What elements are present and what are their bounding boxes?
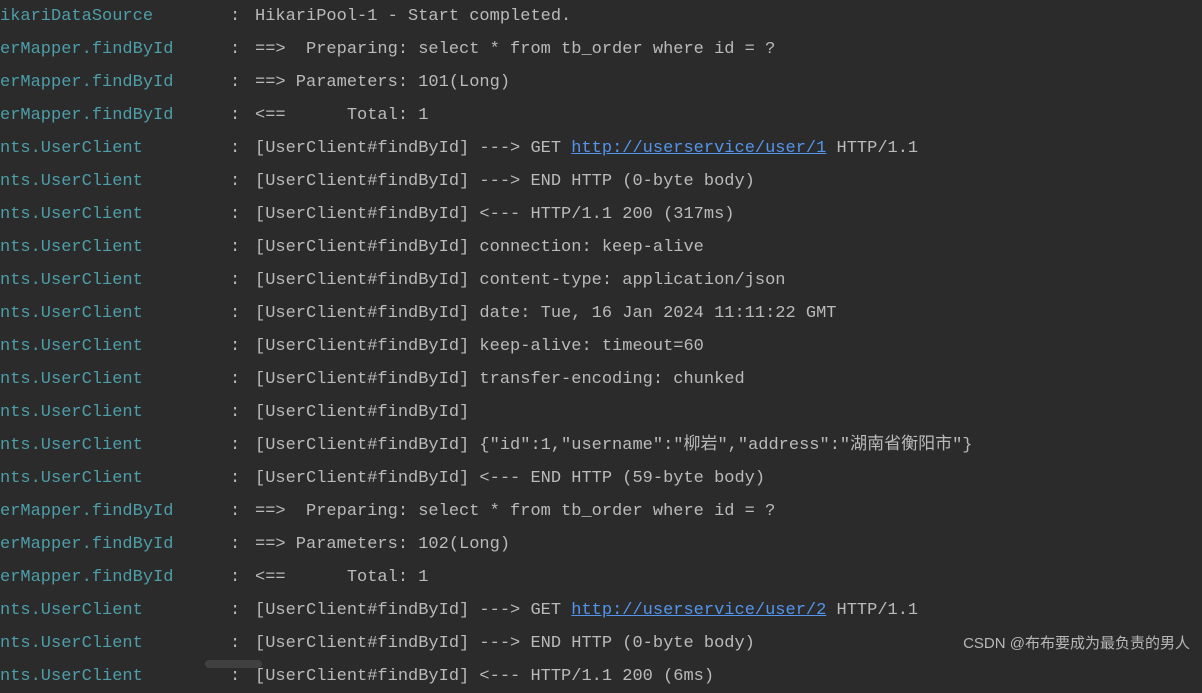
log-line: nts.UserClient: [UserClient#findById] {"… bbox=[0, 429, 1202, 462]
watermark-text: CSDN @布布要成为最负责的男人 bbox=[963, 627, 1190, 660]
log-line: nts.UserClient: [UserClient#findById] --… bbox=[0, 165, 1202, 198]
log-message: [UserClient#findById] bbox=[255, 396, 479, 429]
log-line: nts.UserClient: [UserClient#findById] co… bbox=[0, 264, 1202, 297]
log-message: [UserClient#findById] ---> GET http://us… bbox=[255, 594, 918, 627]
log-line: ikariDataSource: HikariPool-1 - Start co… bbox=[0, 0, 1202, 33]
logger-name: nts.UserClient bbox=[0, 429, 180, 462]
logger-name: erMapper.findById bbox=[0, 495, 180, 528]
separator: : bbox=[180, 561, 255, 594]
log-message: <== Total: 1 bbox=[255, 99, 428, 132]
log-line: erMapper.findById: ==> Preparing: select… bbox=[0, 33, 1202, 66]
logger-name: nts.UserClient bbox=[0, 198, 180, 231]
separator: : bbox=[180, 396, 255, 429]
separator: : bbox=[180, 165, 255, 198]
separator: : bbox=[180, 594, 255, 627]
separator: : bbox=[180, 627, 255, 660]
log-message: [UserClient#findById] <--- HTTP/1.1 200 … bbox=[255, 198, 734, 231]
log-message: [UserClient#findById] {"id":1,"username"… bbox=[255, 429, 973, 462]
log-line: nts.UserClient: [UserClient#findById] --… bbox=[0, 132, 1202, 165]
log-message: HikariPool-1 - Start completed. bbox=[255, 0, 571, 33]
log-output: ikariDataSource: HikariPool-1 - Start co… bbox=[0, 0, 1202, 693]
separator: : bbox=[180, 0, 255, 33]
separator: : bbox=[180, 66, 255, 99]
horizontal-scrollbar[interactable] bbox=[205, 660, 262, 668]
logger-name: nts.UserClient bbox=[0, 297, 180, 330]
logger-name: nts.UserClient bbox=[0, 165, 180, 198]
separator: : bbox=[180, 198, 255, 231]
separator: : bbox=[180, 462, 255, 495]
logger-name: erMapper.findById bbox=[0, 66, 180, 99]
separator: : bbox=[180, 33, 255, 66]
separator: : bbox=[180, 99, 255, 132]
log-message: [UserClient#findById] <--- HTTP/1.1 200 … bbox=[255, 660, 714, 693]
log-line: erMapper.findById: <== Total: 1 bbox=[0, 561, 1202, 594]
logger-name: nts.UserClient bbox=[0, 594, 180, 627]
log-line: nts.UserClient: [UserClient#findById] <-… bbox=[0, 660, 1202, 693]
logger-name: nts.UserClient bbox=[0, 462, 180, 495]
url-link[interactable]: http://userservice/user/2 bbox=[571, 601, 826, 620]
log-line: erMapper.findById: ==> Parameters: 101(L… bbox=[0, 66, 1202, 99]
log-line: nts.UserClient: [UserClient#findById] co… bbox=[0, 231, 1202, 264]
separator: : bbox=[180, 297, 255, 330]
log-message: <== Total: 1 bbox=[255, 561, 428, 594]
log-line: nts.UserClient: [UserClient#findById] --… bbox=[0, 594, 1202, 627]
log-message: [UserClient#findById] transfer-encoding:… bbox=[255, 363, 745, 396]
log-message: ==> Preparing: select * from tb_order wh… bbox=[255, 495, 775, 528]
separator: : bbox=[180, 429, 255, 462]
logger-name: erMapper.findById bbox=[0, 99, 180, 132]
logger-name: nts.UserClient bbox=[0, 627, 180, 660]
log-line: nts.UserClient: [UserClient#findById] <-… bbox=[0, 462, 1202, 495]
logger-name: nts.UserClient bbox=[0, 330, 180, 363]
separator: : bbox=[180, 264, 255, 297]
log-message: [UserClient#findById] date: Tue, 16 Jan … bbox=[255, 297, 837, 330]
log-line: nts.UserClient: [UserClient#findById] <-… bbox=[0, 198, 1202, 231]
log-line: nts.UserClient: [UserClient#findById] ke… bbox=[0, 330, 1202, 363]
separator: : bbox=[180, 363, 255, 396]
url-link[interactable]: http://userservice/user/1 bbox=[571, 139, 826, 158]
log-message: [UserClient#findById] content-type: appl… bbox=[255, 264, 786, 297]
log-line: nts.UserClient: [UserClient#findById] da… bbox=[0, 297, 1202, 330]
separator: : bbox=[180, 528, 255, 561]
log-line: nts.UserClient: [UserClient#findById] bbox=[0, 396, 1202, 429]
logger-name: nts.UserClient bbox=[0, 132, 180, 165]
separator: : bbox=[180, 330, 255, 363]
logger-name: erMapper.findById bbox=[0, 528, 180, 561]
log-line: erMapper.findById: ==> Parameters: 102(L… bbox=[0, 528, 1202, 561]
logger-name: erMapper.findById bbox=[0, 561, 180, 594]
log-message: [UserClient#findById] ---> END HTTP (0-b… bbox=[255, 165, 755, 198]
log-message: ==> Parameters: 101(Long) bbox=[255, 66, 510, 99]
logger-name: nts.UserClient bbox=[0, 363, 180, 396]
logger-name: nts.UserClient bbox=[0, 396, 180, 429]
logger-name: erMapper.findById bbox=[0, 33, 180, 66]
separator: : bbox=[180, 231, 255, 264]
log-message: [UserClient#findById] <--- END HTTP (59-… bbox=[255, 462, 765, 495]
separator: : bbox=[180, 495, 255, 528]
log-message: ==> Preparing: select * from tb_order wh… bbox=[255, 33, 775, 66]
log-message: [UserClient#findById] ---> END HTTP (0-b… bbox=[255, 627, 755, 660]
log-message: [UserClient#findById] keep-alive: timeou… bbox=[255, 330, 704, 363]
log-line: erMapper.findById: <== Total: 1 bbox=[0, 99, 1202, 132]
separator: : bbox=[180, 132, 255, 165]
logger-name: nts.UserClient bbox=[0, 231, 180, 264]
logger-name: ikariDataSource bbox=[0, 0, 180, 33]
log-line: erMapper.findById: ==> Preparing: select… bbox=[0, 495, 1202, 528]
log-message: [UserClient#findById] ---> GET http://us… bbox=[255, 132, 918, 165]
log-message: ==> Parameters: 102(Long) bbox=[255, 528, 510, 561]
log-line: nts.UserClient: [UserClient#findById] tr… bbox=[0, 363, 1202, 396]
log-message: [UserClient#findById] connection: keep-a… bbox=[255, 231, 704, 264]
logger-name: nts.UserClient bbox=[0, 660, 180, 693]
logger-name: nts.UserClient bbox=[0, 264, 180, 297]
